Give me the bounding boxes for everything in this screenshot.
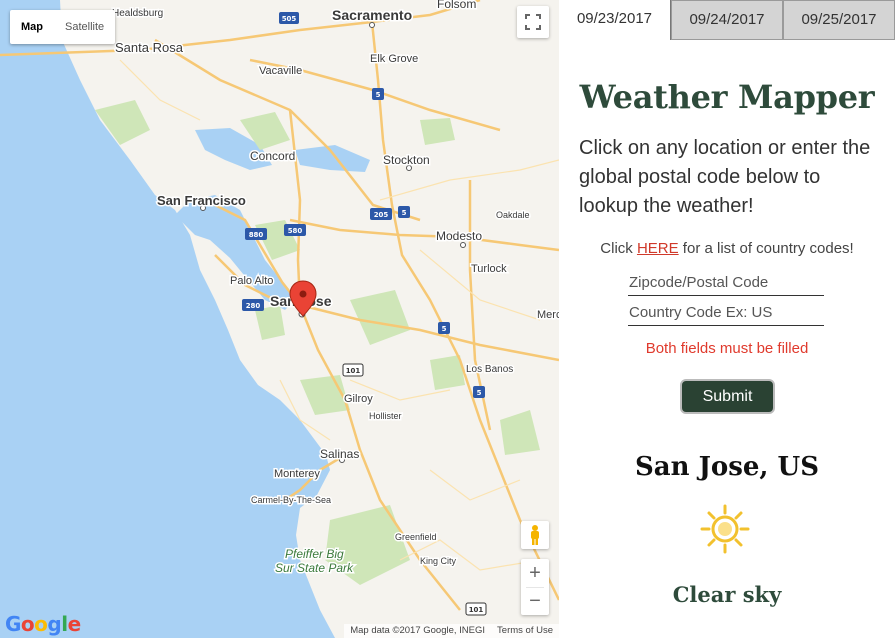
park-label-pfeiffer: Pfeiffer Big bbox=[285, 547, 344, 561]
svg-text:5: 5 bbox=[376, 91, 381, 99]
city-label-salinas: Salinas bbox=[320, 447, 359, 461]
tab-date-2[interactable]: 09/24/2017 bbox=[671, 0, 783, 40]
svg-text:5: 5 bbox=[477, 389, 482, 397]
park-label-sur: Sur State Park bbox=[275, 561, 354, 575]
city-label-stockton: Stockton bbox=[383, 153, 430, 167]
intro-text: Click on any location or enter the globa… bbox=[579, 137, 871, 217]
svg-text:580: 580 bbox=[288, 227, 303, 235]
google-logo[interactable]: Google bbox=[5, 612, 81, 636]
zipcode-input[interactable] bbox=[628, 272, 824, 296]
map-type-map-button[interactable]: Map bbox=[10, 10, 54, 44]
terms-of-use-link[interactable]: Terms of Use bbox=[497, 625, 553, 637]
city-label-santa-rosa: Santa Rosa bbox=[115, 40, 184, 55]
city-label-sacramento: Sacramento bbox=[332, 7, 412, 23]
country-code-input[interactable] bbox=[628, 302, 824, 326]
map-type-satellite-button[interactable]: Satellite bbox=[54, 10, 115, 44]
country-codes-link[interactable]: HERE bbox=[637, 240, 679, 257]
weather-panel: 09/23/2017 09/24/2017 09/25/2017 Weather… bbox=[559, 0, 895, 638]
city-label-palo-alto: Palo Alto bbox=[230, 275, 273, 287]
date-tabs: 09/23/2017 09/24/2017 09/25/2017 bbox=[559, 0, 895, 40]
zoom-out-button[interactable]: − bbox=[521, 588, 549, 615]
map-data-credit: Map data ©2017 Google, INEGI bbox=[350, 625, 486, 636]
weather-condition: Clear sky bbox=[672, 582, 782, 607]
codes-suffix: for a list of country codes! bbox=[678, 240, 854, 257]
city-label-los-banos: Los Banos bbox=[466, 364, 513, 375]
city-label-merced: Merced bbox=[537, 309, 559, 321]
street-view-pegman-button[interactable] bbox=[521, 521, 549, 549]
city-label-monterey: Monterey bbox=[274, 468, 320, 480]
city-label-concord: Concord bbox=[250, 149, 295, 163]
city-label-king-city: King City bbox=[420, 556, 457, 566]
city-label-gilroy: Gilroy bbox=[344, 393, 373, 405]
svg-text:205: 205 bbox=[374, 211, 389, 219]
city-label-turlock: Turlock bbox=[471, 263, 507, 275]
svg-text:505: 505 bbox=[282, 15, 297, 23]
svg-text:280: 280 bbox=[246, 302, 261, 310]
map-type-control: Map Satellite bbox=[10, 10, 116, 44]
city-label-san-francisco: San Francisco bbox=[157, 193, 246, 208]
svg-text:880: 880 bbox=[249, 231, 264, 239]
city-label-healdsburg: Healdsburg bbox=[112, 8, 163, 19]
city-label-folsom: Folsom bbox=[437, 0, 476, 11]
map[interactable]: 505 5 880 580 205 5 280 5 101 5 101 Sacr… bbox=[0, 0, 559, 638]
sun-icon bbox=[700, 504, 750, 554]
city-label-oakdale: Oakdale bbox=[496, 210, 530, 220]
zoom-in-button[interactable]: + bbox=[521, 559, 549, 587]
city-label-elk-grove: Elk Grove bbox=[370, 53, 418, 65]
tab-date-3[interactable]: 09/25/2017 bbox=[783, 0, 895, 40]
city-label-modesto: Modesto bbox=[436, 229, 482, 243]
city-label-greenfield: Greenfield bbox=[395, 532, 437, 542]
pegman-icon bbox=[531, 525, 539, 545]
svg-text:5: 5 bbox=[442, 325, 447, 333]
land bbox=[60, 0, 559, 638]
page-title: Weather Mapper bbox=[579, 78, 875, 116]
fullscreen-icon bbox=[525, 14, 541, 30]
validation-error: Both fields must be filled bbox=[645, 340, 809, 357]
result-location: San Jose, US bbox=[635, 452, 819, 482]
city-label-vacaville: Vacaville bbox=[259, 65, 302, 77]
svg-text:5: 5 bbox=[402, 209, 407, 217]
country-codes-line: Click HERE for a list of country codes! bbox=[559, 240, 895, 257]
shield-505: 505 bbox=[279, 12, 299, 24]
svg-text:101: 101 bbox=[469, 606, 484, 614]
map-canvas[interactable]: 505 5 880 580 205 5 280 5 101 5 101 Sacr… bbox=[0, 0, 559, 638]
map-attribution: Map data ©2017 Google, INEGI Terms of Us… bbox=[344, 624, 559, 638]
submit-button[interactable]: Submit bbox=[680, 379, 775, 414]
city-label-hollister: Hollister bbox=[369, 411, 402, 421]
fullscreen-button[interactable] bbox=[517, 6, 549, 38]
tab-date-1[interactable]: 09/23/2017 bbox=[559, 0, 671, 40]
city-label-carmel: Carmel-By-The-Sea bbox=[251, 495, 331, 505]
zoom-control: + − bbox=[521, 559, 549, 615]
codes-prefix: Click bbox=[600, 240, 637, 257]
svg-text:101: 101 bbox=[346, 367, 361, 375]
